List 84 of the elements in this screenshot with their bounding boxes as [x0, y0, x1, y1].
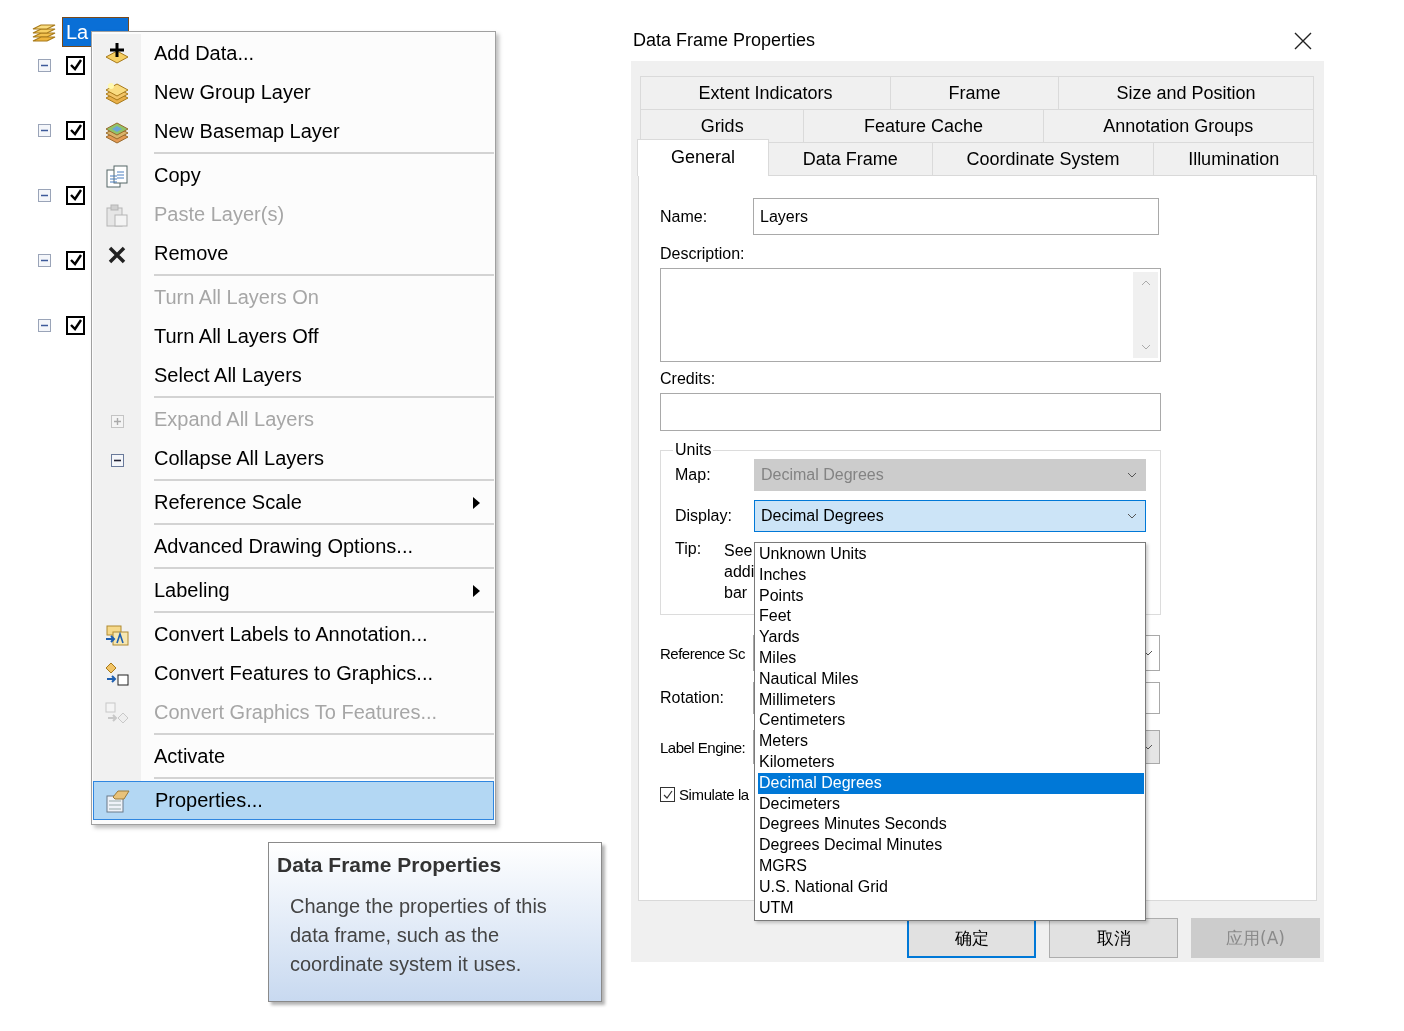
menu-item[interactable]: Convert Features to Graphics...: [93, 654, 494, 693]
menu-item[interactable]: Labeling: [93, 571, 494, 610]
properties-icon: [104, 787, 132, 814]
menu-item[interactable]: Copy: [93, 156, 494, 195]
tip-text: See: [724, 541, 754, 561]
checkbox[interactable]: [66, 250, 85, 270]
dialog-button[interactable]: 确定: [907, 918, 1036, 958]
field-label: Map:: [675, 466, 712, 484]
dropdown-option[interactable]: Inches: [758, 564, 1144, 586]
menu-item[interactable]: Convert Labels to Annotation...: [93, 615, 494, 654]
tab[interactable]: Grids: [640, 109, 805, 142]
tip-text: addi: [724, 562, 755, 582]
checkbox[interactable]: [660, 787, 675, 802]
dropdown-option[interactable]: Degrees Decimal Minutes: [758, 835, 1144, 856]
tip-text: bar: [724, 583, 749, 603]
menu-item[interactable]: Advanced Drawing Options...: [93, 527, 494, 566]
checkbox-label: Simulate la: [679, 786, 749, 803]
dropdown-option[interactable]: Degrees Minutes Seconds: [758, 814, 1144, 836]
menu-item[interactable]: Collapse All Layers: [93, 439, 494, 478]
dropdown-option[interactable]: MGRS: [758, 855, 1144, 877]
dropdown-option[interactable]: Meters: [758, 731, 1144, 752]
checkbox[interactable]: [66, 185, 85, 205]
field-label: Tip:: [675, 540, 703, 558]
description-field[interactable]: [660, 268, 1161, 362]
checkbox[interactable]: [66, 315, 85, 335]
credits-field[interactable]: [660, 393, 1161, 431]
checkbox[interactable]: [66, 120, 85, 140]
features-to-graphics-icon: [103, 660, 131, 687]
dropdown-option[interactable]: Millimeters: [758, 689, 1144, 711]
field-label: Name:: [660, 207, 709, 226]
dropdown-option[interactable]: Decimal Degrees: [758, 772, 1144, 794]
menu-item[interactable]: Reference Scale: [93, 483, 494, 522]
dropdown-option[interactable]: U.S. National Grid: [758, 876, 1144, 898]
menu-item[interactable]: Select All Layers: [93, 356, 494, 395]
menu-item[interactable]: Remove: [93, 234, 494, 273]
menu-item[interactable]: New Group Layer: [93, 73, 494, 112]
field-label: Label Engine:: [660, 738, 747, 756]
tab[interactable]: Annotation Groups: [1042, 109, 1314, 142]
display-units-dropdown[interactable]: Decimal Degrees: [754, 500, 1146, 532]
group-label: Units: [674, 441, 713, 459]
graphics-to-features-icon: [103, 699, 131, 726]
dropdown-option[interactable]: Centimeters: [758, 710, 1144, 732]
field-label: Credits:: [660, 370, 717, 388]
tab[interactable]: Illumination: [1153, 142, 1314, 175]
dropdown-option[interactable]: UTM: [758, 897, 1144, 919]
scrollbar[interactable]: [1133, 272, 1158, 358]
checkbox[interactable]: [66, 55, 85, 75]
collapse-icon[interactable]: [38, 318, 51, 332]
dropdown-option[interactable]: Kilometers: [758, 751, 1144, 773]
field-label: Rotation:: [660, 689, 726, 707]
menu-item[interactable]: Activate: [93, 737, 494, 776]
tab[interactable]: General: [637, 139, 769, 176]
collapse-icon[interactable]: [38, 188, 51, 202]
menu-item[interactable]: New Basemap Layer: [93, 112, 494, 151]
dropdown-option[interactable]: Unknown Units: [758, 544, 1144, 565]
dropdown-option[interactable]: Decimeters: [758, 793, 1144, 815]
dialog-button[interactable]: 取消: [1049, 918, 1178, 958]
collapse-icon[interactable]: [38, 58, 51, 72]
dropdown-option[interactable]: Miles: [758, 648, 1144, 669]
field-label: Display:: [675, 507, 733, 525]
dropdown-option[interactable]: Points: [758, 585, 1144, 607]
field-label: Description:: [660, 245, 746, 263]
dropdown-option[interactable]: Nautical Miles: [758, 668, 1144, 690]
chevron-up-icon: [1140, 280, 1151, 286]
close-icon[interactable]: [1294, 31, 1312, 50]
chevron-down-icon: [1127, 513, 1137, 519]
name-field[interactable]: Layers: [753, 198, 1159, 235]
collapse-icon[interactable]: [38, 253, 51, 267]
copy-icon: [103, 162, 131, 189]
menu-item[interactable]: Properties...: [93, 781, 494, 820]
tab[interactable]: Extent Indicators: [640, 76, 891, 109]
chevron-down-icon: [1127, 472, 1137, 478]
field-label: Reference Sc: [660, 644, 746, 662]
window-title: Data Frame Properties: [633, 30, 816, 51]
dropdown-option[interactable]: Yards: [758, 627, 1144, 648]
menu-item[interactable]: Turn All Layers Off: [93, 317, 494, 356]
tab[interactable]: Size and Position: [1057, 76, 1314, 109]
dropdown-option[interactable]: Feet: [758, 606, 1144, 628]
chevron-down-icon: [1140, 344, 1151, 350]
collapse-icon[interactable]: [38, 123, 51, 137]
menu-item[interactable]: Add Data...: [93, 34, 494, 73]
clipboard-icon: [103, 201, 131, 228]
tooltip-text: Change the properties of this data frame, such as the coordinate system it uses.: [289, 894, 548, 977]
tooltip-title: Data Frame Properties: [277, 853, 503, 877]
